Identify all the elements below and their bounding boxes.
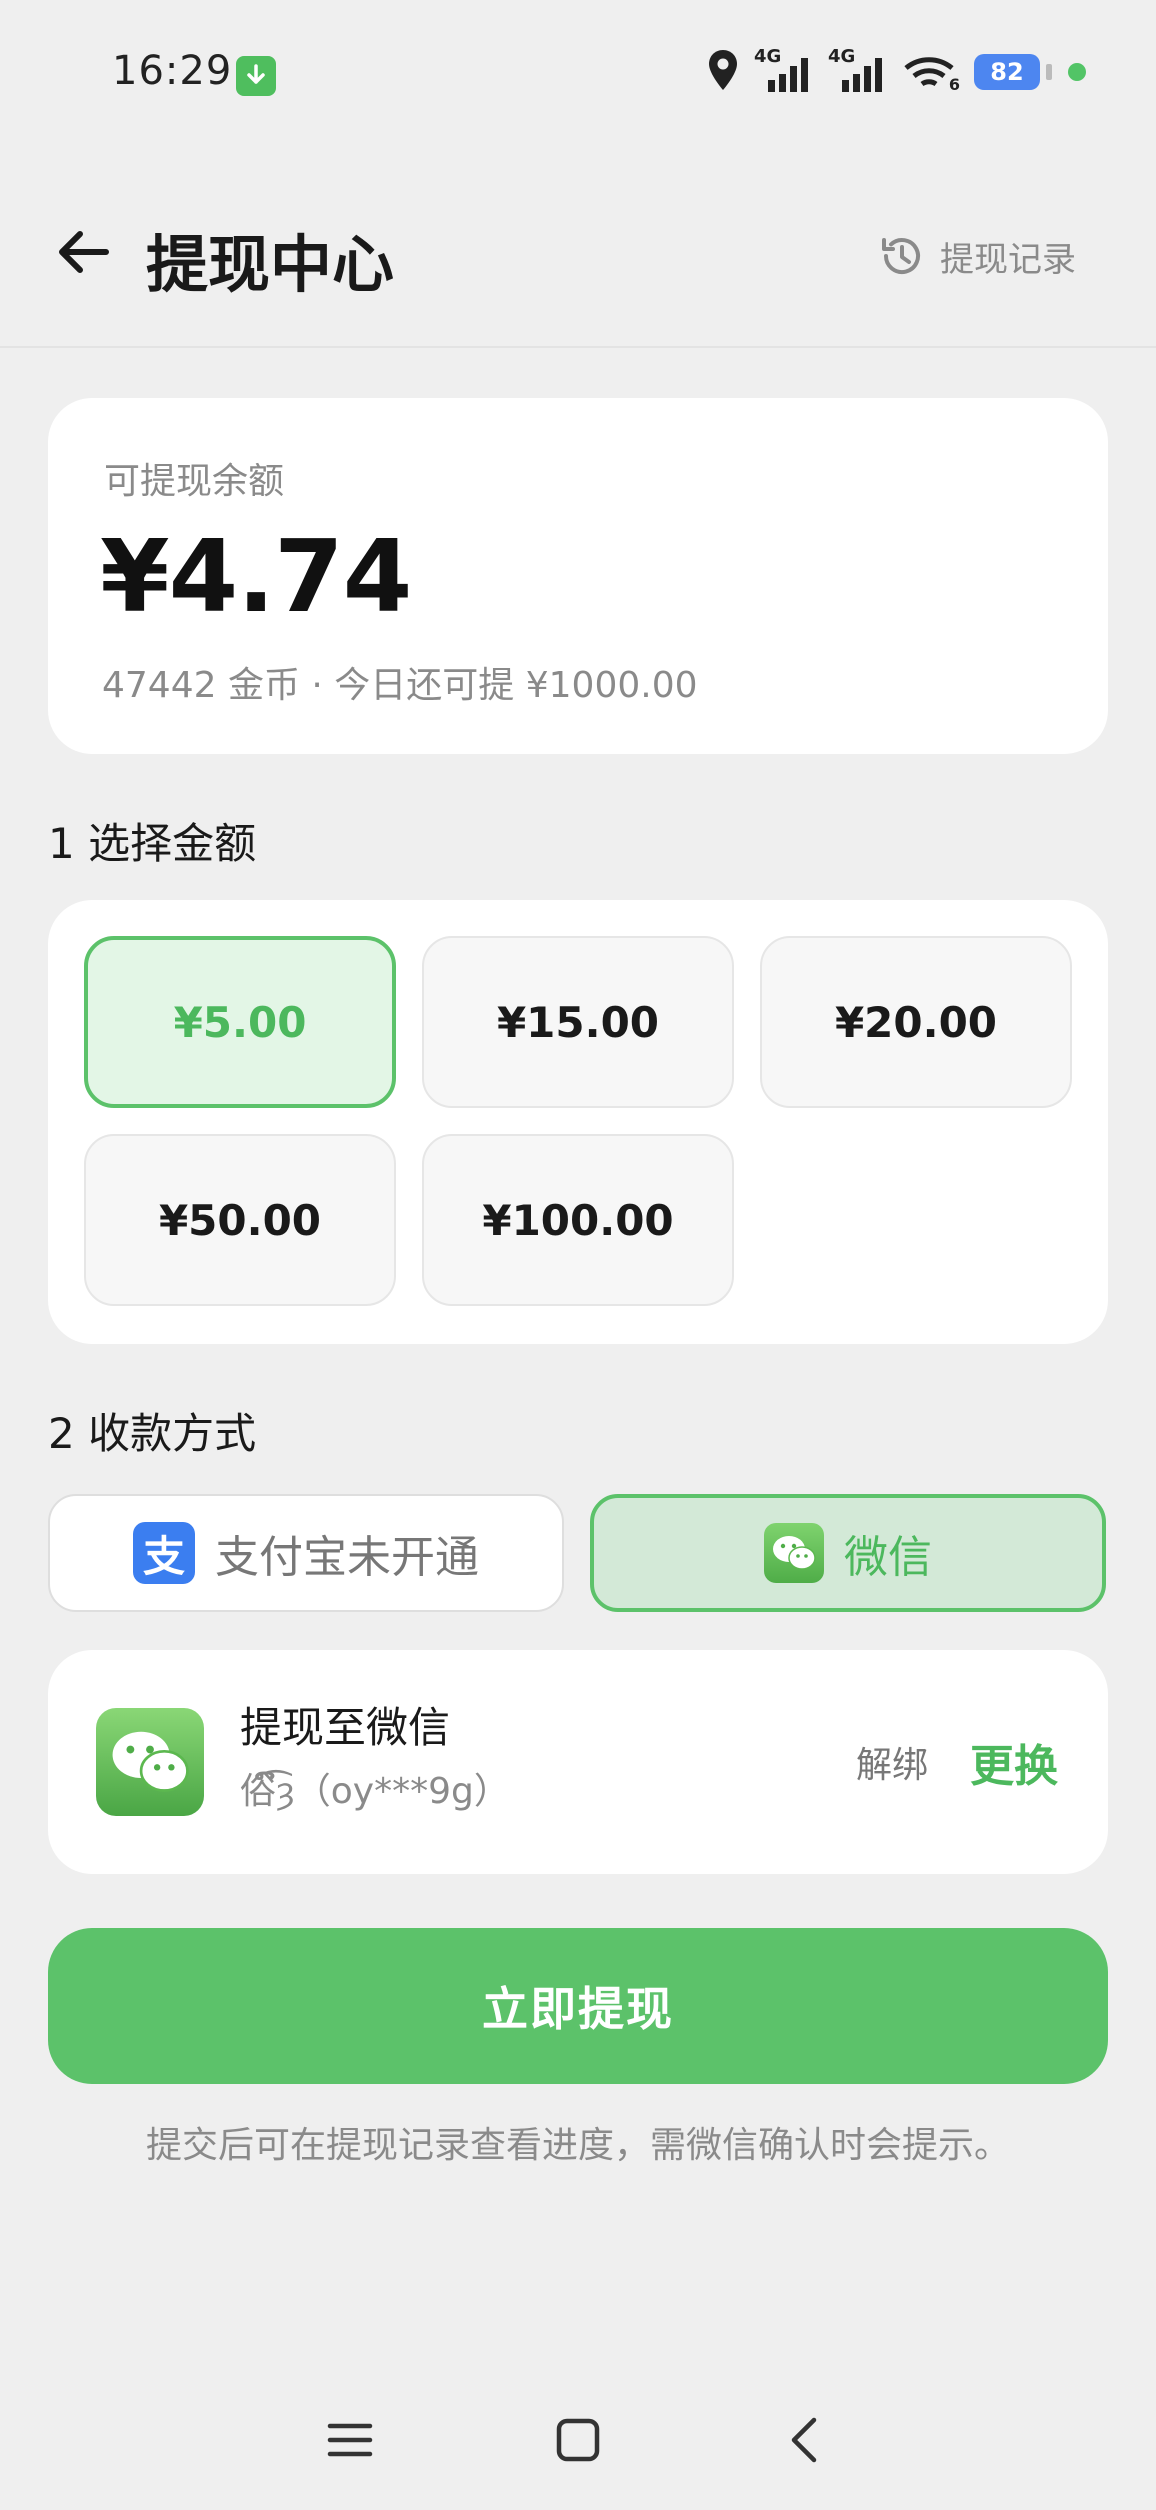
signal-icon-1: 4G: [754, 46, 814, 94]
amount-option-100[interactable]: ¥100.00: [422, 1134, 734, 1306]
amount-option-50[interactable]: ¥50.00: [84, 1134, 396, 1306]
wechat-icon: [764, 1523, 824, 1583]
balance-subtext: 47442 金币 · 今日还可提 ¥1000.00: [102, 665, 698, 706]
amount-card: ¥5.00 ¥15.00 ¥20.00 ¥50.00 ¥100.00: [48, 900, 1108, 1344]
menu-icon: [327, 2423, 373, 2457]
wechat-option[interactable]: 微信: [590, 1494, 1106, 1612]
wifi-icon: 6: [902, 50, 960, 94]
wechat-account-icon: [96, 1708, 204, 1816]
account-nickname: 俗ົ͡ȝ（oy***9g）: [240, 1771, 510, 1812]
history-label: 提现记录: [940, 239, 1076, 280]
status-time: 16:29: [112, 48, 233, 94]
wechat-account-card: 提现至微信 俗ົ͡ȝ（oy***9g） 解绑 更换: [48, 1650, 1108, 1874]
status-icons: 4G 4G 6 82: [706, 44, 1086, 100]
history-icon: [882, 238, 920, 274]
alipay-label: 支付宝未开通: [215, 1532, 479, 1583]
wechat-label: 微信: [844, 1532, 932, 1583]
amount-option-15[interactable]: ¥15.00: [422, 936, 734, 1108]
change-button[interactable]: 更换: [970, 1730, 1058, 1794]
balance-label: 可提现余额: [104, 461, 285, 502]
home-nav-button[interactable]: [538, 2400, 618, 2480]
battery-indicator: 82: [974, 54, 1052, 90]
withdraw-now-button[interactable]: 立即提现: [48, 1928, 1108, 2084]
back-button[interactable]: [52, 220, 116, 284]
page-title: 提现中心: [146, 228, 395, 301]
amount-section-title: 1 选择金额: [48, 819, 257, 868]
menu-nav-button[interactable]: [310, 2400, 390, 2480]
amount-option-5[interactable]: ¥5.00: [84, 936, 396, 1108]
signal-icon-2: 4G: [828, 46, 888, 94]
withdraw-history-button[interactable]: 提现记录: [878, 226, 1076, 286]
alipay-icon: 支: [133, 1522, 195, 1584]
chevron-left-icon: [791, 2417, 817, 2463]
system-nav-bar: [0, 2380, 1156, 2490]
account-title: 提现至微信: [240, 1703, 451, 1752]
alipay-option[interactable]: 支 支付宝未开通: [48, 1494, 564, 1612]
hint-text: 提交后可在提现记录查看进度，需微信确认时会提示。: [145, 2125, 1010, 2166]
status-bar: 16:29 4G 4G 6 82: [0, 0, 1156, 150]
unbind-button[interactable]: 解绑: [856, 1736, 928, 1788]
payment-section-title: 2 收款方式: [48, 1409, 257, 1458]
location-icon: [706, 48, 740, 96]
back-nav-button[interactable]: [764, 2400, 844, 2480]
status-dot-icon: [1068, 63, 1086, 81]
amount-option-20[interactable]: ¥20.00: [760, 936, 1072, 1108]
header: 提现中心 提现记录: [0, 180, 1156, 348]
download-icon: [236, 56, 276, 96]
back-arrow-icon: [59, 231, 109, 273]
home-square-icon: [556, 2418, 600, 2462]
balance-card: 可提现余额 ¥4.74 47442 金币 · 今日还可提 ¥1000.00: [48, 398, 1108, 754]
balance-value: ¥4.74: [100, 518, 412, 635]
